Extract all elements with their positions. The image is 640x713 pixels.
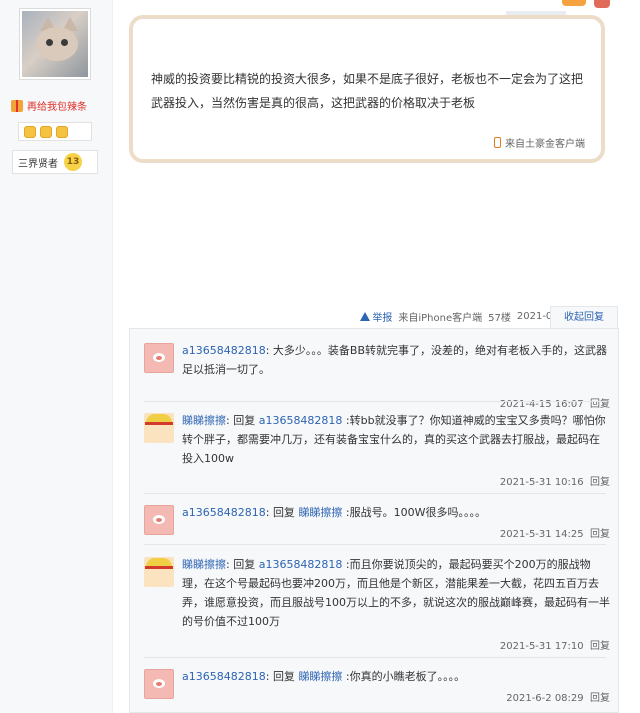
reply-meta: 2021-5-31 17:10 回复 bbox=[500, 637, 610, 652]
top-badge bbox=[562, 0, 586, 6]
divider bbox=[144, 493, 606, 494]
reply-meta: 2021-6-2 08:29 回复 bbox=[506, 689, 610, 704]
reply-meta: 2021-5-31 10:16 回复 bbox=[500, 473, 610, 488]
reply-username[interactable]: a13658482818 bbox=[182, 670, 266, 683]
cat-avatar-icon bbox=[22, 11, 88, 77]
top-close bbox=[594, 0, 610, 8]
reply-button[interactable]: 回复 bbox=[590, 641, 610, 652]
reply-username[interactable]: a13658482818 bbox=[182, 344, 266, 357]
gift-link[interactable]: 再给我包辣条 bbox=[11, 98, 87, 113]
level-badge-icon: 13 bbox=[64, 153, 82, 171]
user-level[interactable]: 三界贤者 13 bbox=[12, 150, 98, 174]
reply-button[interactable]: 回复 bbox=[590, 477, 610, 488]
reply-meta: 2021-4-15 16:07 回复 bbox=[500, 395, 610, 410]
pig-avatar-icon[interactable] bbox=[144, 343, 174, 373]
reply-username[interactable]: 睇睇擦擦 bbox=[182, 414, 226, 427]
reply-body: 睇睇擦擦: 回复 a13658482818 :而且你要说顶尖的，最起码要买个20… bbox=[182, 558, 610, 628]
reply-time: 2021-6-2 08:29 bbox=[506, 693, 584, 704]
gift-text: 再给我包辣条 bbox=[27, 102, 87, 113]
reply-word: 回复 bbox=[233, 414, 256, 427]
collapse-replies-button[interactable]: 收起回复 bbox=[550, 306, 618, 329]
report-text: 举报 bbox=[372, 313, 393, 324]
phone-icon bbox=[494, 137, 501, 148]
level-title: 三界贤者 bbox=[18, 158, 58, 170]
luffy-avatar-icon[interactable] bbox=[144, 557, 174, 587]
reply-list: a13658482818: 大多少。。。装备BB转就完事了，没差的，绝对有老板入… bbox=[129, 328, 619, 713]
list-item: a13658482818: 大多少。。。装备BB转就完事了，没差的，绝对有老板入… bbox=[144, 343, 610, 410]
list-item: a13658482818: 回复 睇睇擦擦 :服战号。100W很多吗。。。。 2… bbox=[144, 505, 610, 540]
reply-button[interactable]: 回复 bbox=[590, 529, 610, 540]
reply-word: 回复 bbox=[272, 506, 295, 519]
post-source[interactable]: 来自土豪金客户端 bbox=[494, 135, 585, 150]
reply-time: 2021-5-31 10:16 bbox=[499, 477, 584, 488]
pig-avatar-icon[interactable] bbox=[144, 505, 174, 535]
medal-icon[interactable] bbox=[40, 125, 52, 138]
reply-body: 睇睇擦擦: 回复 a13658482818 :转bb就没事了？你知道神威的宝宝又… bbox=[182, 414, 606, 465]
reply-word: 回复 bbox=[272, 670, 295, 683]
reply-to-user[interactable]: a13658482818 bbox=[259, 414, 343, 427]
warning-icon bbox=[360, 312, 371, 321]
medal-icon[interactable] bbox=[56, 125, 68, 138]
divider bbox=[144, 544, 606, 545]
medal-row bbox=[18, 122, 92, 141]
reply-username[interactable]: a13658482818 bbox=[182, 506, 266, 519]
luffy-avatar-icon[interactable] bbox=[144, 413, 174, 443]
reply-meta: 2021-5-31 14:25 回复 bbox=[500, 525, 610, 540]
reply-body: a13658482818: 大多少。。。装备BB转就完事了，没差的，绝对有老板入… bbox=[182, 341, 610, 379]
list-item: 睇睇擦擦: 回复 a13658482818 :而且你要说顶尖的，最起码要买个20… bbox=[144, 557, 610, 652]
pig-avatar-icon[interactable] bbox=[144, 669, 174, 699]
reply-time: 2021-5-31 14:25 bbox=[499, 529, 584, 540]
divider bbox=[144, 657, 606, 658]
post-content: 神威的投资要比精锐的投资大很多，如果不是底子很好，老板也不一定会为了这把武器投入… bbox=[151, 72, 584, 110]
reply-to-user[interactable]: 睇睇擦擦 bbox=[298, 670, 342, 683]
list-item: a13658482818: 回复 睇睇擦擦 :你真的小瞧老板了。。。。 2021… bbox=[144, 669, 610, 704]
divider bbox=[144, 401, 606, 402]
post-source-text: 来自土豪金客户端 bbox=[505, 139, 585, 150]
reply-word: 回复 bbox=[233, 558, 256, 571]
report-link[interactable]: 举报 bbox=[360, 309, 392, 324]
client-text: 来自iPhone客户端 bbox=[398, 313, 483, 324]
reply-time: 2021-5-31 17:10 bbox=[499, 641, 584, 652]
reply-button[interactable]: 回复 bbox=[590, 693, 610, 704]
post-card: 神威的投资要比精锐的投资大很多，如果不是底子很好，老板也不一定会为了这把武器投入… bbox=[129, 15, 605, 163]
author-sidebar: 再给我包辣条 三界贤者 13 bbox=[0, 0, 113, 713]
reply-to-user[interactable]: a13658482818 bbox=[259, 558, 343, 571]
list-item: 睇睇擦擦: 回复 a13658482818 :转bb就没事了？你知道神威的宝宝又… bbox=[144, 413, 610, 488]
reply-text: :服战号。100W很多吗。。。。 bbox=[342, 506, 487, 519]
reply-to-user[interactable]: 睇睇擦擦 bbox=[298, 506, 342, 519]
reply-body: a13658482818: 回复 睇睇擦擦 :你真的小瞧老板了。。。。 bbox=[182, 670, 466, 683]
gift-icon bbox=[11, 99, 23, 112]
reply-username[interactable]: 睇睇擦擦 bbox=[182, 558, 226, 571]
reply-text: :你真的小瞧老板了。。。。 bbox=[342, 670, 466, 683]
reply-body: a13658482818: 回复 睇睇擦擦 :服战号。100W很多吗。。。。 bbox=[182, 506, 487, 519]
author-avatar[interactable] bbox=[19, 8, 91, 80]
medal-icon[interactable] bbox=[24, 125, 36, 138]
floor-number: 57楼 bbox=[488, 313, 511, 324]
